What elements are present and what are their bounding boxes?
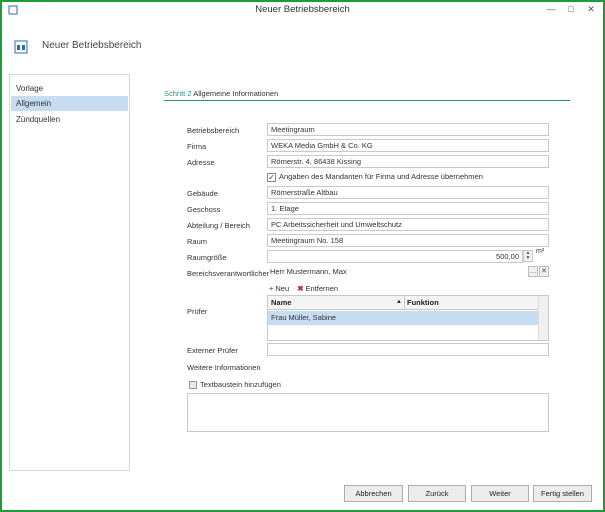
- gebaeude-field[interactable]: Römerstraße Altbau: [267, 186, 549, 199]
- adresse-field[interactable]: Römerstr. 4, 86438 Kissing: [267, 155, 549, 168]
- fertig-stellen-button[interactable]: Fertig stellen: [533, 485, 592, 502]
- weitere-informationen-title: Weitere Informationen: [187, 363, 261, 372]
- weitere-informationen-textarea[interactable]: [187, 393, 549, 432]
- dialog-header: Neuer Betriebsbereich: [10, 34, 310, 60]
- sidebar-item-vorlage[interactable]: Vorlage: [11, 81, 128, 96]
- geschoss-label: Geschoss: [187, 205, 221, 214]
- sidebar-item-allgemein[interactable]: Allgemein: [11, 96, 128, 111]
- gebaeude-label: Gebäude: [187, 189, 218, 198]
- dialog-window: Neuer Betriebsbereich — □ ✕ Neuer Betrie…: [0, 0, 605, 512]
- zurueck-button[interactable]: Zurück: [408, 485, 466, 502]
- raum-field[interactable]: Meetingraum No. 158: [267, 234, 549, 247]
- firma-label: Firma: [187, 142, 207, 151]
- close-button[interactable]: ✕: [580, 2, 602, 17]
- pruefer-label: Prüfer: [187, 307, 208, 316]
- column-header-funktion[interactable]: Funktion: [407, 298, 439, 307]
- geschoss-field[interactable]: 1. Etage: [267, 202, 549, 215]
- raum-label: Raum: [187, 237, 208, 246]
- maximize-button[interactable]: □: [560, 2, 582, 17]
- sidebar-item-zuendquellen[interactable]: Zündquellen: [11, 112, 128, 127]
- mandant-checkbox-label: Angaben des Mandanten für Firma und Adre…: [279, 172, 483, 181]
- delete-icon: ✖: [297, 284, 304, 293]
- step-title: Allgemeine Informationen: [193, 89, 279, 98]
- step-header: Schritt 2 Allgemeine Informationen: [164, 89, 570, 101]
- sort-ascending-icon: ▲: [396, 299, 402, 305]
- title-bar: Neuer Betriebsbereich — □ ✕: [2, 2, 603, 18]
- column-header-name[interactable]: Name: [271, 298, 291, 307]
- table-header: Name ▲ Funktion: [268, 296, 538, 310]
- textblock-icon: [189, 381, 197, 390]
- verantwortlicher-label: Bereichsverantwortlicher: [187, 269, 270, 278]
- firma-field[interactable]: WEKA Media GmbH & Co. KG: [267, 139, 549, 152]
- verantwortlicher-picker-button[interactable]: …: [528, 266, 538, 277]
- textbaustein-button[interactable]: Textbaustein hinzufügen: [189, 380, 281, 390]
- page-title: Neuer Betriebsbereich: [42, 40, 142, 51]
- adresse-label: Adresse: [187, 158, 215, 167]
- pruefer-add-button[interactable]: + Neu: [269, 284, 289, 293]
- abbrechen-button[interactable]: Abbrechen: [344, 485, 403, 502]
- table-row[interactable]: Frau Müller, Sabine: [268, 311, 538, 325]
- column-separator: [404, 296, 405, 310]
- step-number: Schritt 2: [164, 89, 192, 98]
- mandant-checkbox-row[interactable]: ✓ Angaben des Mandanten für Firma und Adr…: [267, 172, 483, 182]
- pruefer-table: Name ▲ Funktion Frau Müller, Sabine: [267, 295, 549, 341]
- raumgroesse-field[interactable]: 500,00: [267, 250, 523, 263]
- minimize-button[interactable]: —: [540, 2, 562, 17]
- weiter-button[interactable]: Weiter: [471, 485, 529, 502]
- abteilung-field[interactable]: PC Arbeitssicherheit und Umweltschutz: [267, 218, 549, 231]
- mandant-checkbox[interactable]: ✓: [267, 172, 276, 182]
- window-title: Neuer Betriebsbereich: [255, 4, 350, 15]
- plus-icon: +: [269, 284, 274, 293]
- raumgroesse-label: Raumgröße: [187, 253, 227, 262]
- betriebsbereich-field[interactable]: Meetingraum: [267, 123, 549, 136]
- pruefer-toolbar: + Neu ✖ Entfernen: [269, 284, 344, 293]
- raumgroesse-unit: m²: [536, 248, 545, 255]
- externer-pruefer-field[interactable]: [267, 343, 549, 356]
- betriebsbereich-label: Betriebsbereich: [187, 126, 240, 135]
- stepper-down-icon[interactable]: ▼: [524, 256, 532, 261]
- pruefer-remove-button[interactable]: ✖ Entfernen: [297, 284, 338, 293]
- abteilung-label: Abteilung / Bereich: [187, 221, 250, 230]
- betriebsbereich-icon: [14, 40, 28, 54]
- table-cell-name: Frau Müller, Sabine: [271, 313, 337, 322]
- table-scrollbar[interactable]: [538, 296, 548, 340]
- verantwortlicher-field[interactable]: Herr Mustermann, Max: [267, 266, 525, 279]
- sidebar: Vorlage Allgemein Zündquellen: [9, 74, 130, 471]
- verantwortlicher-clear-button[interactable]: ✕: [539, 266, 549, 277]
- externer-pruefer-label: Externer Prüfer: [187, 346, 238, 355]
- raumgroesse-stepper[interactable]: ▲ ▼: [523, 250, 533, 262]
